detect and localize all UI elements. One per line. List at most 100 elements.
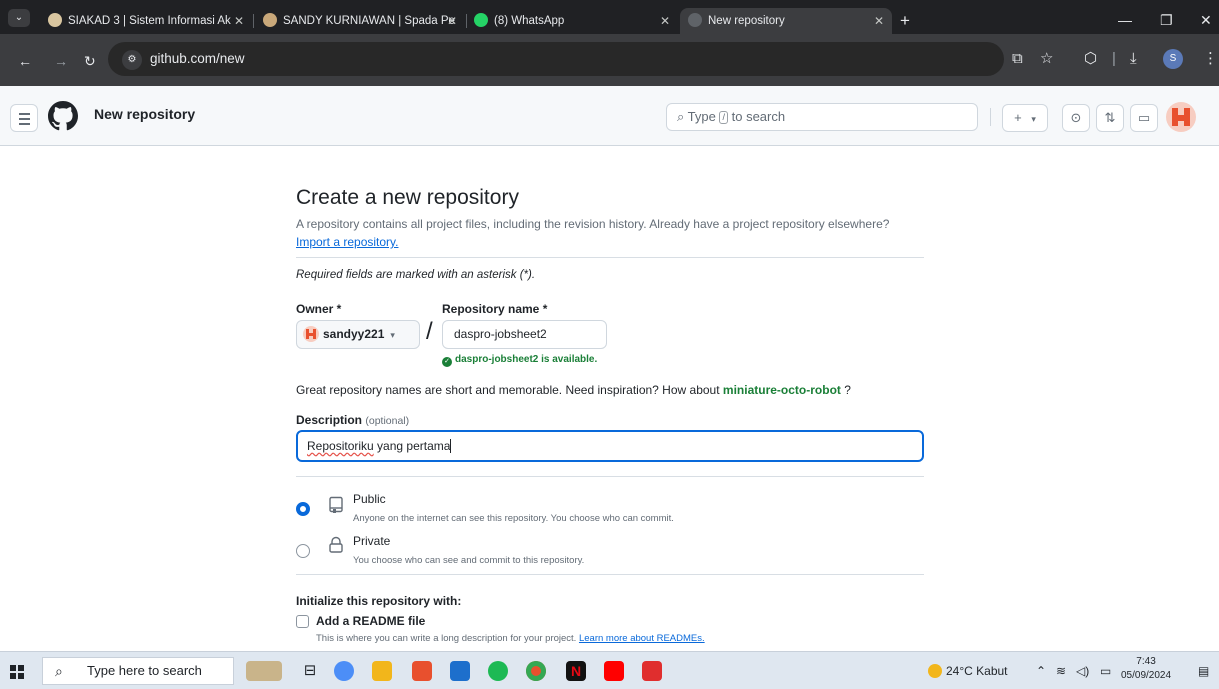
weather-icon bbox=[928, 664, 942, 678]
copilot-icon[interactable] bbox=[334, 661, 354, 681]
owner-label: Owner * bbox=[296, 302, 342, 316]
taskbar-widget-image[interactable] bbox=[246, 661, 282, 681]
close-tab-icon[interactable]: ✕ bbox=[874, 8, 884, 34]
forward-icon[interactable]: → bbox=[54, 53, 68, 69]
office-icon[interactable] bbox=[412, 661, 432, 681]
add-readme-checkbox[interactable] bbox=[296, 615, 309, 628]
initialize-label: Initialize this repository with: bbox=[296, 594, 462, 608]
site-info-icon[interactable]: ⚙ bbox=[122, 50, 142, 70]
page-description: A repository contains all project files,… bbox=[296, 217, 890, 231]
owner-avatar bbox=[303, 326, 319, 342]
extensions-icon[interactable]: ⬡ bbox=[1084, 50, 1097, 68]
close-tab-icon[interactable]: ✕ bbox=[660, 10, 670, 32]
bookmark-star-icon[interactable]: ☆ bbox=[1040, 50, 1053, 68]
import-repository-link[interactable]: Import a repository. bbox=[296, 235, 398, 249]
windows-taskbar: ⌕ Type here to search ⊟ N 24°C Kabut ⌃ ≋… bbox=[0, 651, 1219, 689]
private-option-description: You choose who can see and commit to thi… bbox=[353, 555, 585, 566]
check-circle-icon: ✓ bbox=[442, 357, 452, 367]
availability-message: ✓ daspro-jobsheet2 is available. bbox=[442, 354, 597, 367]
windows-start-icon[interactable] bbox=[10, 665, 24, 679]
close-window-icon[interactable]: ✕ bbox=[1200, 12, 1212, 29]
tab-new-repository[interactable]: New repository ✕ bbox=[680, 8, 892, 34]
repository-name-input[interactable]: daspro-jobsheet2 bbox=[442, 320, 607, 349]
owner-repo-separator: / bbox=[426, 318, 433, 345]
github-favicon-icon bbox=[688, 13, 702, 27]
search-icon: ⌕ bbox=[55, 663, 63, 679]
close-tab-icon[interactable]: ✕ bbox=[447, 10, 457, 32]
browser-toolbar: ← → ↻ ⚙ github.com/new ⧉ ☆ ⬡ | ⤓ S ⋮ bbox=[0, 34, 1219, 86]
acrobat-icon[interactable] bbox=[642, 661, 662, 681]
new-tab-button[interactable]: + bbox=[900, 10, 910, 32]
file-explorer-icon[interactable] bbox=[372, 661, 392, 681]
repository-name-label: Repository name * bbox=[442, 302, 548, 316]
owner-dropdown[interactable]: sandyy221 ▾ bbox=[296, 320, 420, 349]
inbox-icon[interactable]: ▭ bbox=[1130, 104, 1158, 132]
spada-favicon-icon bbox=[263, 13, 277, 27]
restore-icon[interactable]: ❐ bbox=[1160, 12, 1173, 29]
system-clock[interactable]: 7:43 05/09/2024 bbox=[1121, 655, 1171, 683]
taskbar-search-input[interactable]: ⌕ Type here to search bbox=[42, 657, 234, 685]
tab-siakad[interactable]: SIAKAD 3 | Sistem Informasi Ak ✕ bbox=[48, 10, 248, 32]
slash-key-hint: / bbox=[719, 111, 728, 124]
public-option-label: Public bbox=[353, 492, 386, 506]
task-view-icon[interactable]: ⊟ bbox=[300, 661, 320, 681]
description-label: Description (optional) bbox=[296, 413, 410, 427]
name-suggestion[interactable]: miniature-octo-robot bbox=[723, 383, 841, 397]
install-app-icon[interactable]: ⧉ bbox=[1012, 50, 1023, 68]
text-cursor bbox=[450, 439, 452, 453]
add-readme-label[interactable]: Add a README file bbox=[316, 614, 425, 628]
chrome-icon[interactable] bbox=[526, 661, 546, 681]
siakad-favicon-icon bbox=[48, 13, 62, 27]
private-radio[interactable] bbox=[296, 544, 310, 558]
create-new-button[interactable]: + ▾ bbox=[1002, 104, 1048, 132]
netflix-icon[interactable]: N bbox=[566, 661, 586, 681]
github-header: New repository ⌕ Type / to search + ▾ ⊙ … bbox=[0, 86, 1219, 146]
page-title: Create a new repository bbox=[296, 186, 519, 209]
mail-icon[interactable] bbox=[450, 661, 470, 681]
tray-overflow-icon[interactable]: ⌃ bbox=[1036, 664, 1046, 678]
issues-icon[interactable]: ⊙ bbox=[1062, 104, 1090, 132]
reload-icon[interactable]: ↻ bbox=[84, 53, 96, 69]
spotify-icon[interactable] bbox=[488, 661, 508, 681]
tab-spada[interactable]: SANDY KURNIAWAN | Spada Pe ✕ bbox=[263, 10, 461, 32]
public-radio[interactable] bbox=[296, 502, 310, 516]
volume-icon[interactable]: ◁) bbox=[1076, 664, 1089, 678]
network-icon[interactable]: ≋ bbox=[1056, 664, 1066, 678]
pull-requests-icon[interactable]: ⇅ bbox=[1096, 104, 1124, 132]
browser-menu-icon[interactable]: ⋮ bbox=[1203, 50, 1218, 68]
chevron-down-icon: ▾ bbox=[1031, 114, 1036, 124]
divider bbox=[296, 574, 924, 575]
whatsapp-icon bbox=[474, 13, 488, 27]
required-note: Required fields are marked with an aster… bbox=[296, 269, 536, 281]
youtube-icon[interactable] bbox=[604, 661, 624, 681]
battery-icon[interactable]: ▭ bbox=[1100, 664, 1111, 678]
close-tab-icon[interactable]: ✕ bbox=[234, 10, 244, 32]
back-icon[interactable]: ← bbox=[18, 53, 32, 69]
notifications-icon[interactable]: ▤ bbox=[1198, 664, 1209, 678]
divider bbox=[296, 257, 924, 258]
minimize-icon[interactable]: — bbox=[1118, 12, 1132, 28]
profile-avatar[interactable]: S bbox=[1163, 49, 1183, 69]
tab-whatsapp[interactable]: (8) WhatsApp ✕ bbox=[474, 10, 674, 32]
downloads-icon[interactable]: ⤓ bbox=[1130, 50, 1137, 68]
tab-search-button[interactable]: ⌄ bbox=[8, 9, 30, 27]
weather-widget[interactable]: 24°C Kabut bbox=[928, 664, 1008, 678]
private-option-label: Private bbox=[353, 534, 391, 548]
name-inspiration: Great repository names are short and mem… bbox=[296, 383, 851, 397]
repo-icon bbox=[329, 496, 343, 513]
search-input[interactable]: ⌕ Type / to search bbox=[666, 103, 978, 131]
divider bbox=[296, 476, 924, 477]
hamburger-menu-icon[interactable] bbox=[10, 104, 38, 132]
address-bar[interactable]: ⚙ github.com/new bbox=[108, 42, 1004, 76]
public-option-description: Anyone on the internet can see this repo… bbox=[353, 513, 674, 524]
browser-tab-strip: ⌄ SIAKAD 3 | Sistem Informasi Ak ✕ SANDY… bbox=[0, 0, 1219, 34]
chevron-down-icon: ▾ bbox=[390, 330, 395, 340]
user-avatar[interactable] bbox=[1166, 102, 1196, 132]
description-input[interactable]: Repositoriku yang pertama bbox=[296, 430, 924, 462]
page-context-title: New repository bbox=[94, 106, 196, 122]
lock-icon bbox=[329, 536, 343, 553]
readme-description: This is where you can write a long descr… bbox=[316, 633, 705, 644]
learn-more-readmes-link[interactable]: Learn more about READMEs. bbox=[579, 633, 705, 644]
search-icon: ⌕ bbox=[677, 109, 685, 124]
github-logo-icon[interactable] bbox=[48, 101, 78, 131]
